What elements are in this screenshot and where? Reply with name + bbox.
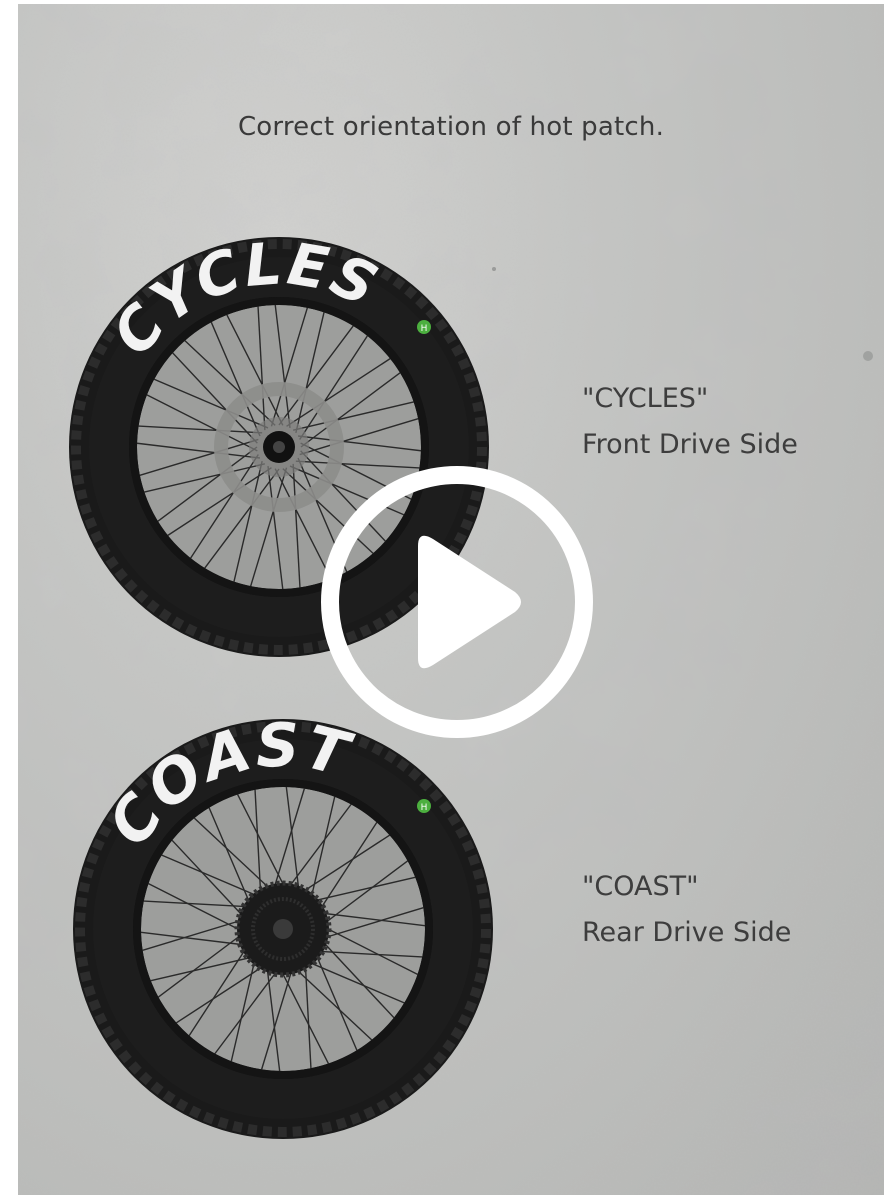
instruction-caption: Correct orientation of hot patch. — [237, 112, 665, 142]
rear-label-title: "COAST" — [582, 871, 699, 902]
rear-badge-icon: H — [417, 799, 431, 813]
rear-label: "COAST" Rear Drive Side — [582, 864, 791, 956]
rear-label-subtitle: Rear Drive Side — [582, 917, 792, 948]
cassette — [234, 880, 332, 978]
svg-text:H: H — [421, 803, 428, 813]
rear-wheel-image: COAST H — [73, 714, 493, 1139]
front-label-title: "CYCLES" — [582, 383, 709, 414]
play-button[interactable] — [317, 462, 597, 742]
svg-text:H: H — [421, 324, 428, 334]
play-icon — [418, 535, 521, 669]
front-badge-icon: H — [417, 320, 431, 334]
front-label-subtitle: Front Drive Side — [582, 429, 798, 460]
video-frame[interactable]: Correct orientation of hot patch. CYCLES… — [18, 4, 884, 1195]
front-label: "CYCLES" Front Drive Side — [582, 376, 798, 468]
